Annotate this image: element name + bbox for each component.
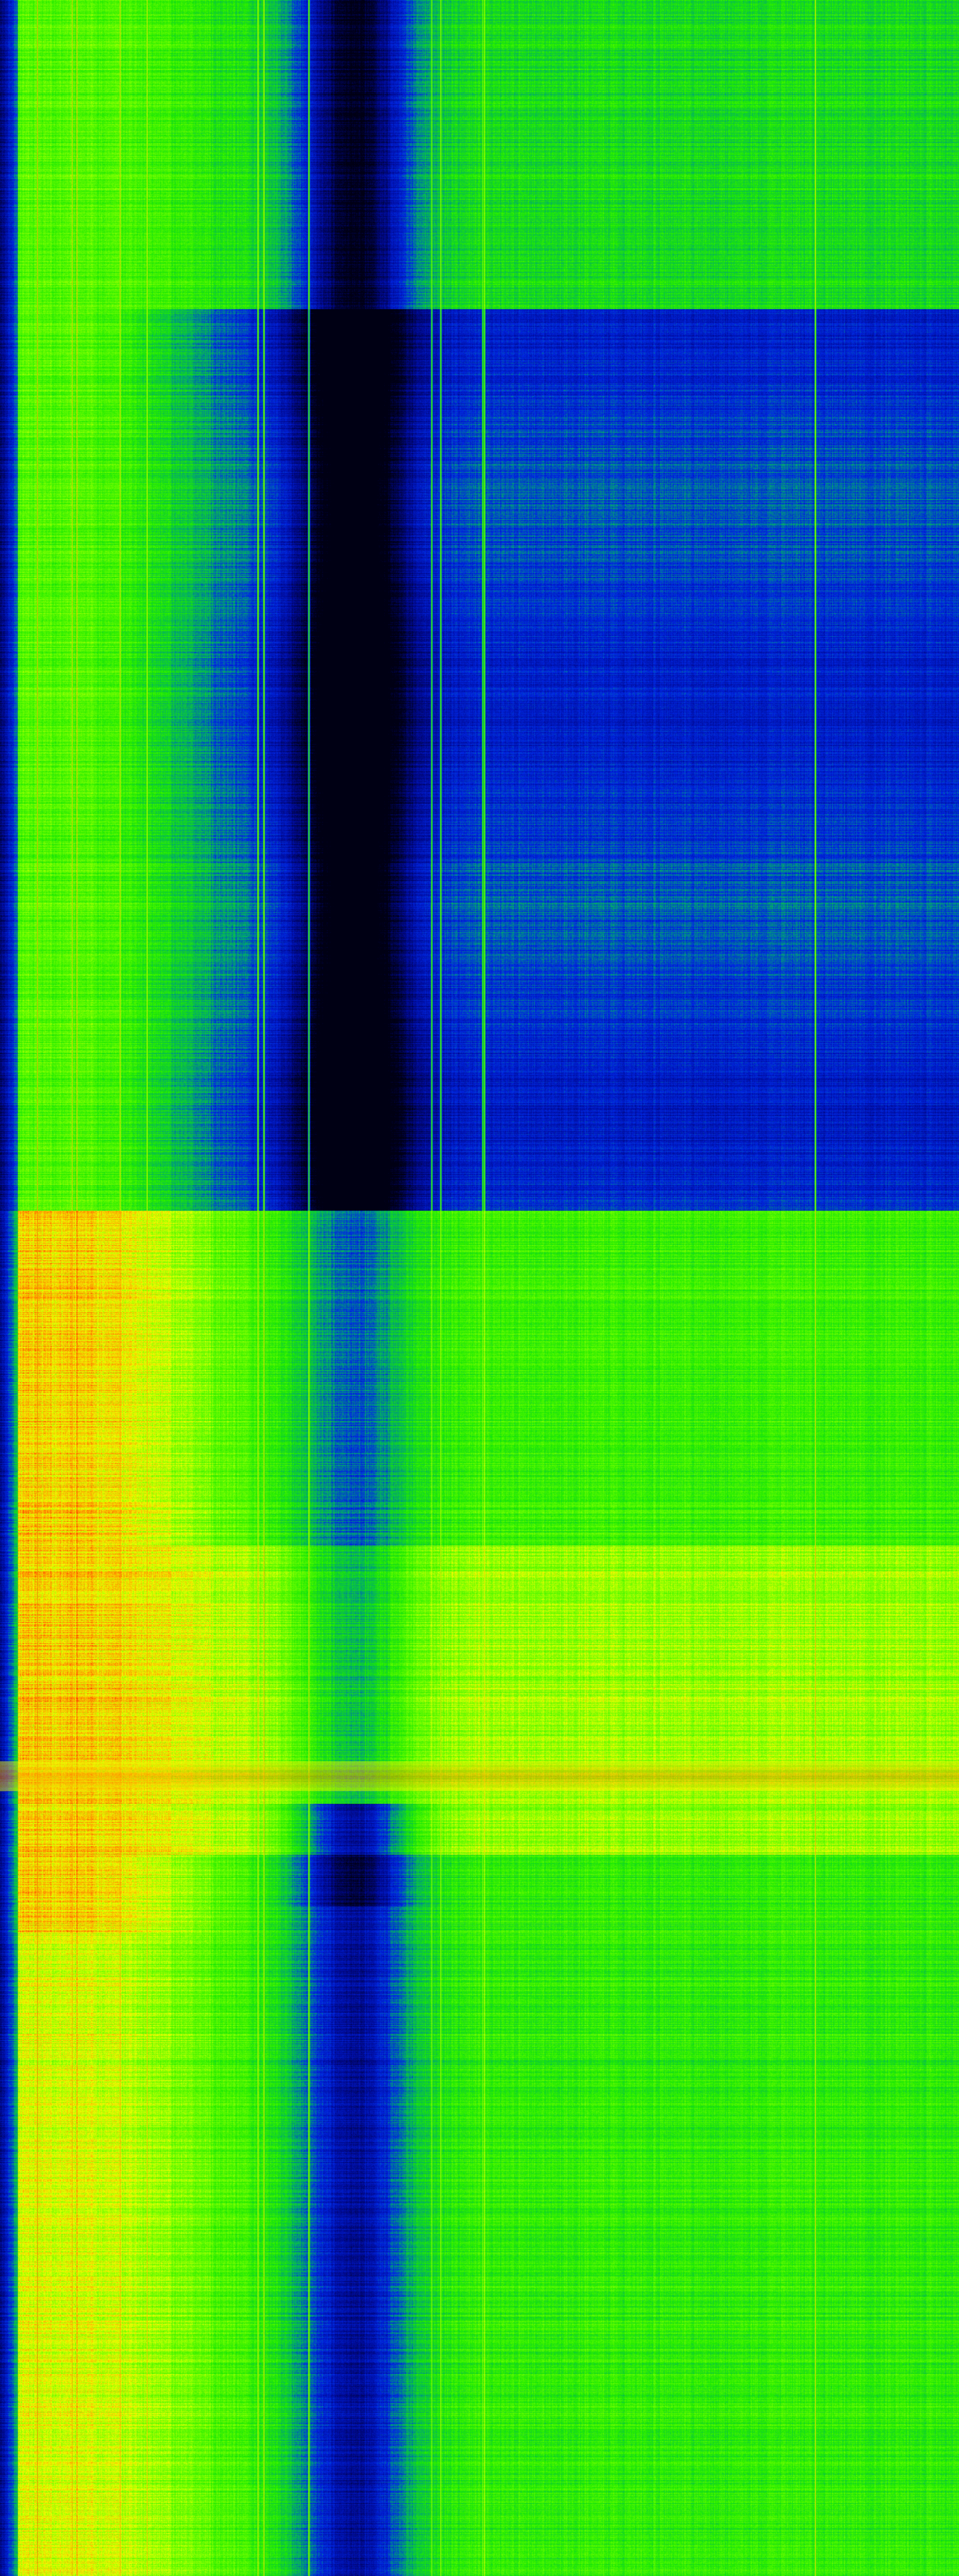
spectrogram-canvas <box>0 0 959 2576</box>
spectrogram-waterfall <box>0 0 959 2576</box>
